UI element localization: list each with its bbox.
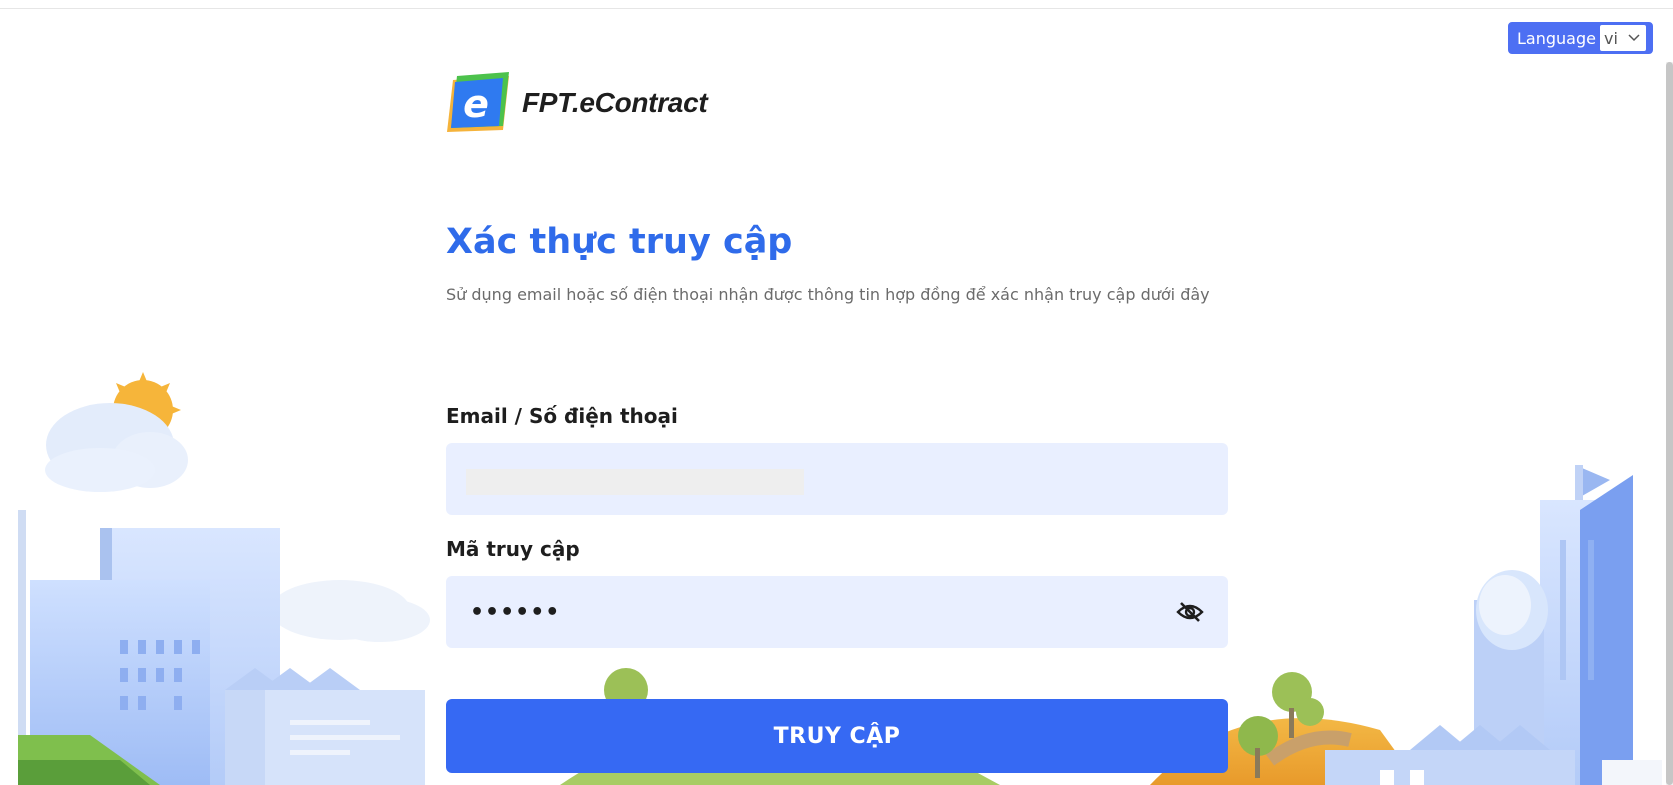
access-code-label: Mã truy cập: [446, 537, 580, 561]
scrollbar-thumb[interactable]: [1666, 62, 1673, 785]
page-title: Xác thực truy cập: [446, 222, 793, 262]
access-submit-button[interactable]: TRUY CẬP: [446, 699, 1228, 773]
vertical-scrollbar[interactable]: [1666, 62, 1673, 785]
email-field[interactable]: [446, 443, 1228, 515]
eye-off-icon[interactable]: [1176, 601, 1204, 623]
svg-text:e: e: [463, 82, 489, 126]
access-code-masked-value: ••••••: [470, 600, 561, 625]
brand-name: FPT.eContract: [522, 87, 708, 118]
language-selector[interactable]: Language vi: [1508, 22, 1653, 54]
language-label: Language: [1517, 28, 1596, 48]
redacted-email-value: [466, 469, 804, 495]
city-illustration: [18, 372, 1662, 785]
econtract-logo-icon: e: [447, 72, 509, 134]
language-dropdown[interactable]: vi: [1599, 25, 1646, 51]
sun-cloud-icon: [45, 372, 188, 492]
page-subtitle: Sử dụng email hoặc số điện thoại nhận đư…: [446, 285, 1210, 304]
login-page: Language vi e FPT.eContract Xác thực tru…: [0, 0, 1673, 785]
language-selected-value: vi: [1603, 28, 1618, 48]
chevron-down-icon: [1628, 32, 1640, 45]
email-label: Email / Số điện thoại: [446, 404, 678, 428]
top-divider: [0, 8, 1673, 9]
brand-logo: e FPT.eContract: [447, 72, 708, 134]
access-code-field[interactable]: ••••••: [446, 576, 1228, 648]
